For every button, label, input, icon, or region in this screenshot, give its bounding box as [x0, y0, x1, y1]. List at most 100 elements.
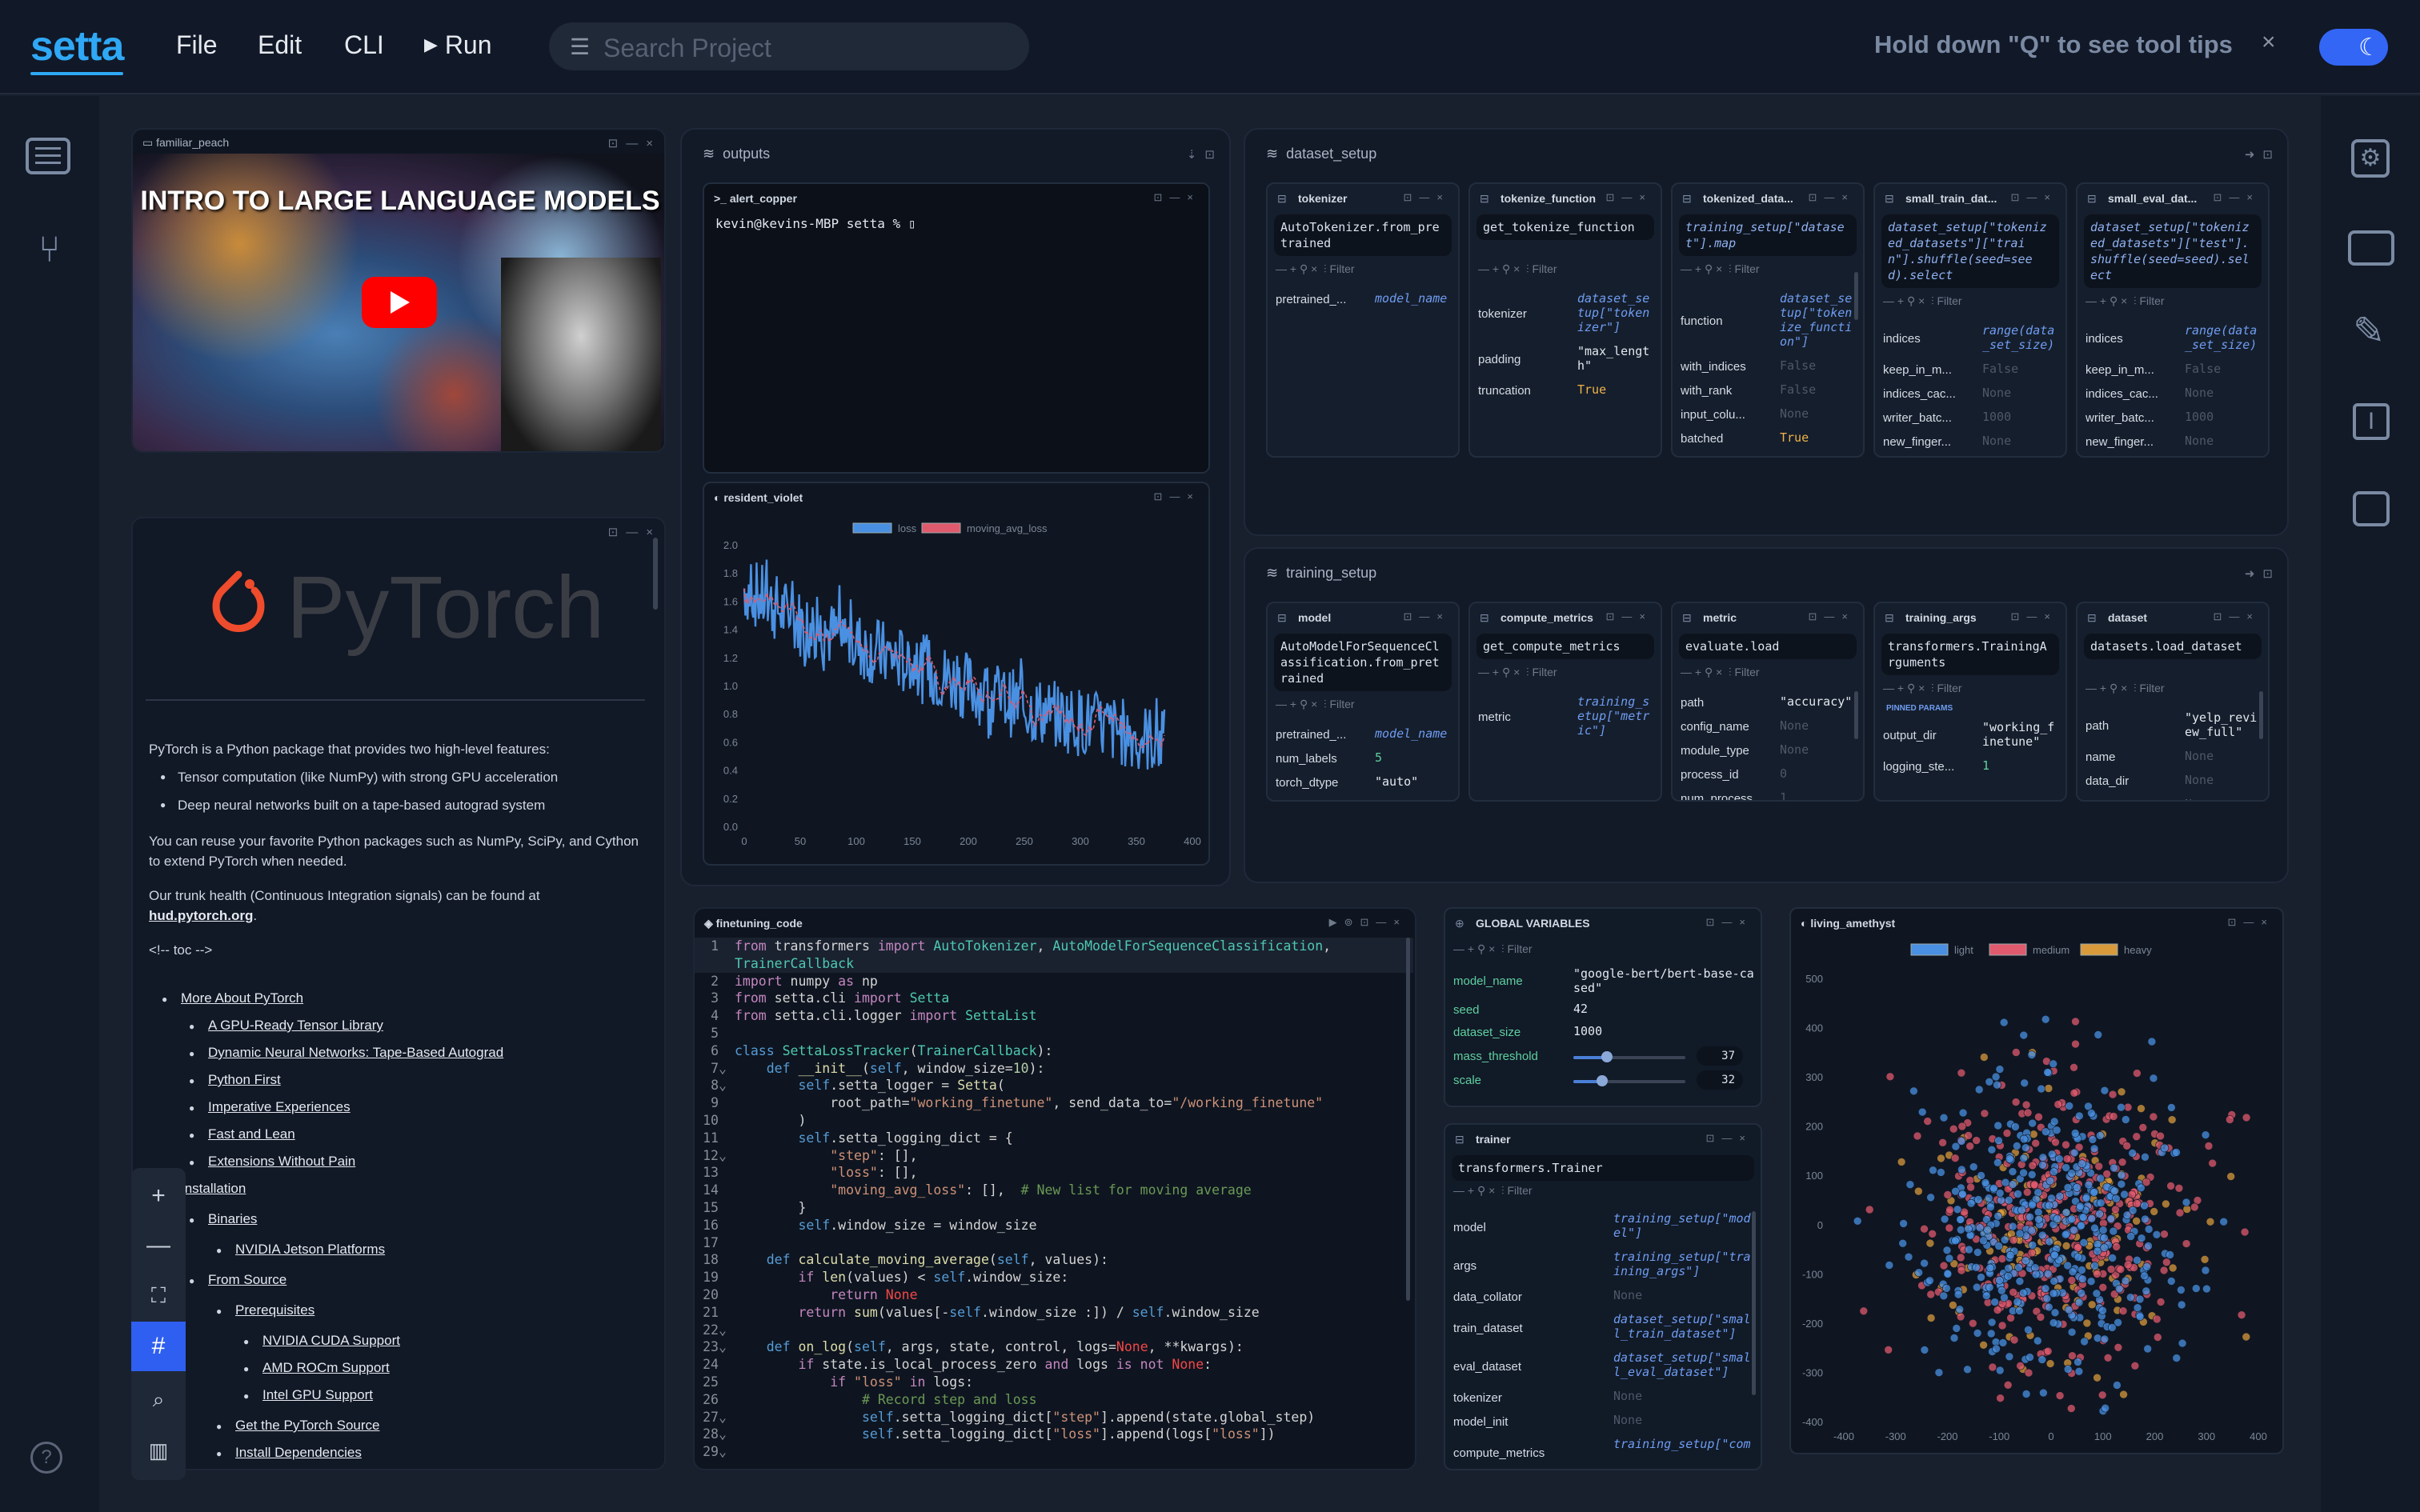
global-variable-row[interactable]: seed 42 [1453, 1002, 1754, 1024]
scatter-point[interactable] [2042, 1294, 2052, 1303]
scatter-point[interactable] [1993, 1121, 2003, 1130]
scatter-point[interactable] [2132, 1132, 2142, 1141]
scatter-point[interactable] [2037, 1084, 2046, 1094]
scatter-point[interactable] [2122, 1210, 2132, 1220]
variable-value[interactable]: 1000 [1573, 1024, 1754, 1038]
scatter-point[interactable] [2116, 1265, 2126, 1274]
scatter-point[interactable] [1987, 1145, 1997, 1154]
param-row[interactable]: batched True [1681, 430, 1857, 454]
scatter-point[interactable] [1925, 1276, 1934, 1286]
scatter-point[interactable] [2166, 1277, 2176, 1286]
branch-icon[interactable]: ⑂ [38, 227, 61, 270]
scatter-point[interactable] [2141, 1214, 2150, 1224]
scatter-point[interactable] [1977, 1273, 1985, 1282]
callable-field[interactable]: datasets.load_dataset [2084, 634, 2262, 659]
scatter-point[interactable] [2109, 1226, 2118, 1236]
toc-link[interactable]: A GPU-Ready Tensor Library [208, 1018, 383, 1034]
scatter-point[interactable] [2054, 1154, 2064, 1163]
scatter-point[interactable] [2167, 1115, 2177, 1124]
param-row[interactable]: path "accuracy" [1681, 694, 1857, 718]
scatter-point[interactable] [2133, 1069, 2142, 1078]
slider-value[interactable]: 32 [1697, 1070, 1743, 1090]
scatter-point[interactable] [1949, 1334, 1959, 1342]
scatter-point[interactable] [2074, 1366, 2084, 1376]
scatter-point[interactable] [2005, 1154, 2014, 1163]
scatter-point[interactable] [2108, 1254, 2118, 1262]
scatter-point[interactable] [2017, 1206, 2026, 1214]
scatter-point[interactable] [2027, 1170, 2037, 1179]
scatter-point[interactable] [2065, 1102, 2074, 1110]
scatter-point[interactable] [2044, 1302, 2053, 1312]
scatter-point[interactable] [2069, 1148, 2079, 1158]
scatter-point[interactable] [2019, 1030, 2029, 1040]
scatter-point[interactable] [1972, 1262, 1981, 1272]
card-controls[interactable]: ⊡—× [2011, 191, 2057, 204]
scatter-point[interactable] [2140, 1201, 2149, 1210]
scatter-point[interactable] [2237, 1310, 2246, 1320]
sections-list-icon[interactable] [26, 138, 70, 174]
filter-bar[interactable]: — + ⚲ × ⫶ Filter [1453, 942, 1533, 956]
card-controls[interactable]: ⊡—× [1154, 490, 1200, 503]
scatter-point[interactable] [2045, 1176, 2055, 1186]
scatter-point[interactable] [1997, 1321, 2007, 1330]
video-thumbnail[interactable]: INTRO TO LARGE LANGUAGE MODELS [133, 154, 664, 451]
scatter-point[interactable] [2098, 1226, 2108, 1234]
edit-icon[interactable]: ✎ [2353, 309, 2385, 354]
card-controls[interactable]: ⊡—× [1809, 191, 1855, 204]
scatter-point[interactable] [1926, 1290, 1935, 1299]
param-row[interactable]: writer_batc... 1000 [2085, 410, 2262, 434]
param-row[interactable]: keep_in_m... False [2085, 362, 2262, 386]
card-controls[interactable]: ⊡—× [1809, 610, 1855, 623]
scatter-point[interactable] [2053, 1214, 2062, 1223]
scatter-point[interactable] [2095, 1210, 2104, 1218]
scatter-point[interactable] [1973, 1282, 1981, 1292]
toc-link[interactable]: NVIDIA Jetson Platforms [235, 1242, 385, 1258]
scatter-point[interactable] [2011, 1048, 2021, 1057]
param-row[interactable]: indices range(data_set_size) [2085, 323, 2262, 362]
scatter-point[interactable] [2069, 1226, 2078, 1234]
scatter-point[interactable] [2089, 1144, 2099, 1154]
scatter-point[interactable] [2015, 1229, 2025, 1238]
scatter-point[interactable] [1943, 1270, 1953, 1278]
param-value[interactable]: None [2185, 386, 2262, 400]
scatter-point[interactable] [2015, 1306, 2024, 1315]
param-row[interactable]: input_colu... None [1681, 406, 1857, 430]
scatter-point[interactable] [2126, 1293, 2135, 1302]
scatter-point[interactable] [2023, 1108, 2033, 1118]
scatter-point[interactable] [1997, 1195, 2005, 1205]
scatter-point[interactable] [2077, 1266, 2086, 1274]
param-row[interactable]: name None [2085, 749, 2262, 773]
scatter-point[interactable] [2121, 1115, 2130, 1124]
scatter-point[interactable] [2137, 1104, 2146, 1113]
scatter-point[interactable] [2159, 1266, 2169, 1275]
scatter-point[interactable] [2242, 1113, 2251, 1122]
menu-file[interactable]: File [176, 30, 218, 60]
toc-link[interactable]: More About PyTorch [181, 990, 303, 1006]
scatter-point[interactable] [1980, 1109, 1989, 1118]
scatter-point[interactable] [2087, 1109, 2096, 1118]
card-controls[interactable]: ⊡—× [1706, 1132, 1753, 1145]
scatter-point[interactable] [1972, 1136, 1981, 1145]
scatter-point[interactable] [2073, 1358, 2082, 1366]
param-value[interactable]: None [1613, 1413, 1754, 1427]
scatter-point[interactable] [2226, 1115, 2234, 1124]
scatter-point[interactable] [2098, 1306, 2107, 1315]
play-button[interactable] [362, 277, 437, 328]
scatter-point[interactable] [2069, 1063, 2078, 1072]
param-value[interactable]: None [2185, 797, 2262, 800]
scatter-point[interactable] [2093, 1030, 2103, 1039]
param-row[interactable]: with_indices False [1681, 358, 1857, 382]
scatter-point[interactable] [2112, 1194, 2121, 1203]
param-value[interactable]: 1000 [2185, 410, 2262, 424]
filter-bar[interactable]: — + ⚲ × ⫶ Filter [1681, 262, 1760, 276]
param-value[interactable]: "auto" [1375, 774, 1452, 789]
scatter-point[interactable] [2031, 1270, 2041, 1279]
layers-icon[interactable] [2353, 491, 2390, 526]
section-controls[interactable]: ➜⊡ [2245, 566, 2281, 581]
scatter-point[interactable] [1884, 1345, 1893, 1354]
param-value[interactable]: dataset_setup["tokenize_function"] [1780, 291, 1857, 349]
scatter-point[interactable] [1958, 1108, 1968, 1118]
scatter-point[interactable] [2049, 1250, 2059, 1260]
param-value[interactable]: False [1780, 358, 1857, 373]
param-row[interactable]: data_dir None [2085, 773, 2262, 797]
